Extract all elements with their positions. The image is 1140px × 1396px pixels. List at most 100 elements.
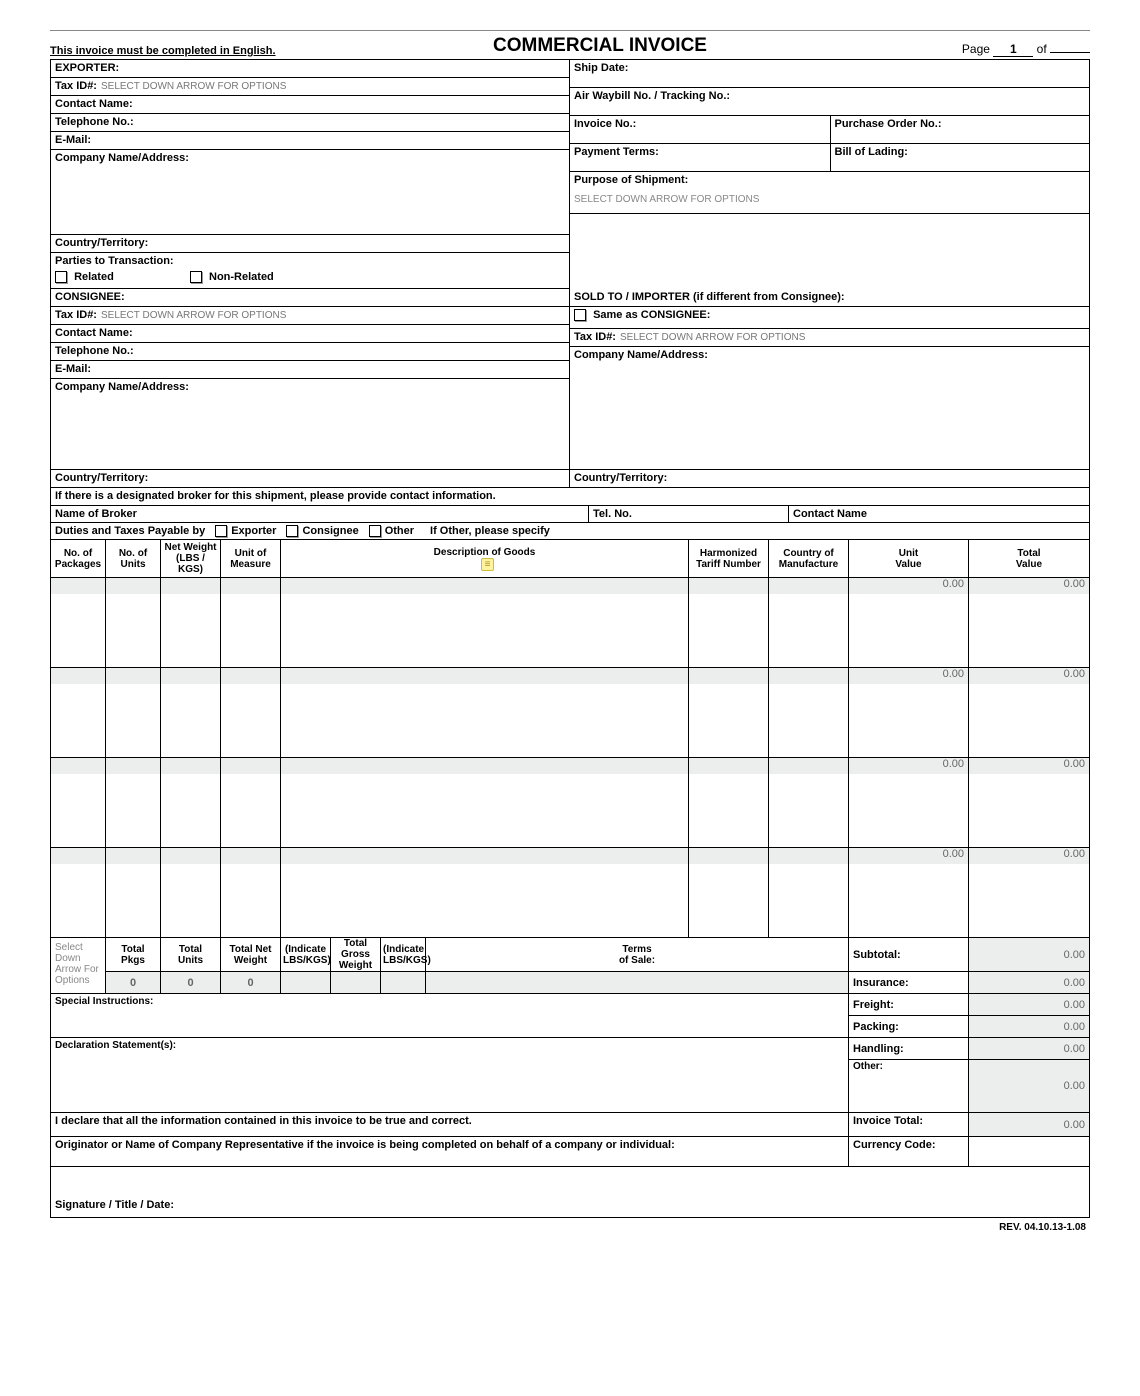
- freight-value[interactable]: 0.00: [969, 994, 1089, 1016]
- item-cell-units[interactable]: [106, 578, 161, 667]
- item-cell-hts[interactable]: [689, 758, 769, 847]
- item-cell-pkgs[interactable]: [51, 758, 106, 847]
- item-cell-desc[interactable]: [281, 668, 689, 757]
- soldto-address[interactable]: Company Name/Address:: [570, 347, 1089, 470]
- consignee-phone[interactable]: Telephone No.:: [51, 343, 569, 361]
- total-units-value[interactable]: 0: [161, 972, 221, 994]
- parties-to-transaction: Parties to Transaction:: [51, 253, 569, 271]
- item-cell-uom[interactable]: [221, 758, 281, 847]
- same-as-consignee-label: Same as CONSIGNEE:: [593, 309, 710, 321]
- item-row: 0.000.00: [51, 668, 1089, 758]
- item-cell-com[interactable]: [769, 848, 849, 937]
- item-cell-com[interactable]: [769, 668, 849, 757]
- soldto-country[interactable]: Country/Territory:: [570, 470, 1089, 488]
- duties-consignee-checkbox[interactable]: [286, 525, 298, 537]
- item-cell-pkgs[interactable]: [51, 848, 106, 937]
- item-cell-desc[interactable]: [281, 578, 689, 667]
- awb-number[interactable]: Air Waybill No. / Tracking No.:: [570, 88, 1089, 116]
- col-net-weight: Net Weight(LBS / KGS): [161, 540, 221, 577]
- invoice-total-label: Invoice Total:: [849, 1113, 969, 1137]
- item-cell-netw[interactable]: [161, 668, 221, 757]
- total-gross-label: Total GrossWeight: [331, 938, 381, 972]
- item-cell-hts[interactable]: [689, 578, 769, 667]
- total-gross-value[interactable]: [331, 972, 381, 994]
- duties-exporter-checkbox[interactable]: [215, 525, 227, 537]
- page-current[interactable]: 1: [993, 42, 1033, 57]
- soldto-tax-id[interactable]: Tax ID#:SELECT DOWN ARROW FOR OPTIONS: [570, 329, 1089, 347]
- special-instructions[interactable]: Special Instructions:: [51, 994, 849, 1038]
- item-cell-uom[interactable]: [221, 578, 281, 667]
- consignee-country[interactable]: Country/Territory:: [51, 470, 569, 488]
- item-cell-tval[interactable]: 0.00: [969, 578, 1089, 667]
- item-cell-com[interactable]: [769, 758, 849, 847]
- comment-icon[interactable]: ≡: [481, 558, 495, 571]
- item-cell-pkgs[interactable]: [51, 668, 106, 757]
- terms-select[interactable]: Select Down Arrow For Options: [51, 938, 106, 994]
- item-cell-netw[interactable]: [161, 758, 221, 847]
- total-net-value[interactable]: 0: [221, 972, 281, 994]
- consignee-contact[interactable]: Contact Name:: [51, 325, 569, 343]
- item-cell-tval[interactable]: 0.00: [969, 668, 1089, 757]
- page-total[interactable]: [1050, 52, 1090, 53]
- consignee-address[interactable]: Company Name/Address:: [51, 379, 569, 470]
- item-cell-uval[interactable]: 0.00: [849, 758, 969, 847]
- gross-units-input[interactable]: [381, 972, 426, 994]
- insurance-value[interactable]: 0.00: [969, 972, 1089, 994]
- exporter-country[interactable]: Country/Territory:: [51, 235, 569, 253]
- payment-terms[interactable]: Payment Terms:: [570, 144, 830, 171]
- related-checkbox[interactable]: [55, 271, 67, 283]
- item-cell-com[interactable]: [769, 578, 849, 667]
- nonrelated-checkbox[interactable]: [190, 271, 202, 283]
- item-cell-pkgs[interactable]: [51, 578, 106, 667]
- broker-name[interactable]: Name of Broker: [51, 506, 589, 522]
- consignee-label: CONSIGNEE:: [51, 289, 569, 307]
- signature-block[interactable]: Signature / Title / Date:: [51, 1167, 1089, 1217]
- broker-contact[interactable]: Contact Name: [789, 506, 1089, 522]
- bill-of-lading[interactable]: Bill of Lading:: [830, 144, 1090, 171]
- duties-other-checkbox[interactable]: [369, 525, 381, 537]
- col-units: No. ofUnits: [106, 540, 161, 577]
- item-cell-uom[interactable]: [221, 848, 281, 937]
- other-label[interactable]: Other:: [849, 1060, 969, 1112]
- item-cell-uval[interactable]: 0.00: [849, 578, 969, 667]
- exporter-phone[interactable]: Telephone No.:: [51, 114, 569, 132]
- packing-value[interactable]: 0.00: [969, 1016, 1089, 1038]
- exporter-address[interactable]: Company Name/Address:: [51, 150, 569, 235]
- duties-row: Duties and Taxes Payable by Exporter Con…: [51, 523, 1089, 540]
- item-cell-units[interactable]: [106, 758, 161, 847]
- item-cell-hts[interactable]: [689, 668, 769, 757]
- item-cell-units[interactable]: [106, 668, 161, 757]
- item-cell-uval[interactable]: 0.00: [849, 848, 969, 937]
- soldto-label: SOLD TO / IMPORTER (if different from Co…: [570, 289, 1089, 307]
- ship-date[interactable]: Ship Date:: [570, 60, 1089, 88]
- consignee-email[interactable]: E-Mail:: [51, 361, 569, 379]
- same-as-consignee-checkbox[interactable]: [574, 309, 586, 321]
- item-cell-netw[interactable]: [161, 578, 221, 667]
- item-cell-units[interactable]: [106, 848, 161, 937]
- other-value[interactable]: 0.00: [969, 1060, 1089, 1112]
- terms-code-input[interactable]: [426, 972, 849, 994]
- broker-tel[interactable]: Tel. No.: [589, 506, 789, 522]
- item-cell-desc[interactable]: [281, 758, 689, 847]
- exporter-contact[interactable]: Contact Name:: [51, 96, 569, 114]
- purpose-select[interactable]: SELECT DOWN ARROW FOR OPTIONS: [570, 190, 1089, 213]
- originator-text[interactable]: Originator or Name of Company Representa…: [51, 1137, 849, 1167]
- exporter-tax-id[interactable]: Tax ID#:SELECT DOWN ARROW FOR OPTIONS: [51, 78, 569, 96]
- exporter-email[interactable]: E-Mail:: [51, 132, 569, 150]
- item-cell-desc[interactable]: [281, 848, 689, 937]
- invoice-no[interactable]: Invoice No.:: [570, 116, 830, 143]
- consignee-tax-id[interactable]: Tax ID#:SELECT DOWN ARROW FOR OPTIONS: [51, 307, 569, 325]
- item-cell-tval[interactable]: 0.00: [969, 848, 1089, 937]
- item-cell-hts[interactable]: [689, 848, 769, 937]
- item-cell-tval[interactable]: 0.00: [969, 758, 1089, 847]
- item-cell-uom[interactable]: [221, 668, 281, 757]
- currency-code-value[interactable]: [969, 1137, 1089, 1167]
- declaration-statements[interactable]: Declaration Statement(s):: [51, 1038, 849, 1112]
- handling-value[interactable]: 0.00: [969, 1038, 1089, 1060]
- po-no[interactable]: Purchase Order No.:: [830, 116, 1090, 143]
- net-units-input[interactable]: [281, 972, 331, 994]
- total-pkgs-value[interactable]: 0: [106, 972, 161, 994]
- item-cell-netw[interactable]: [161, 848, 221, 937]
- exporter-label: EXPORTER:: [51, 60, 569, 78]
- item-cell-uval[interactable]: 0.00: [849, 668, 969, 757]
